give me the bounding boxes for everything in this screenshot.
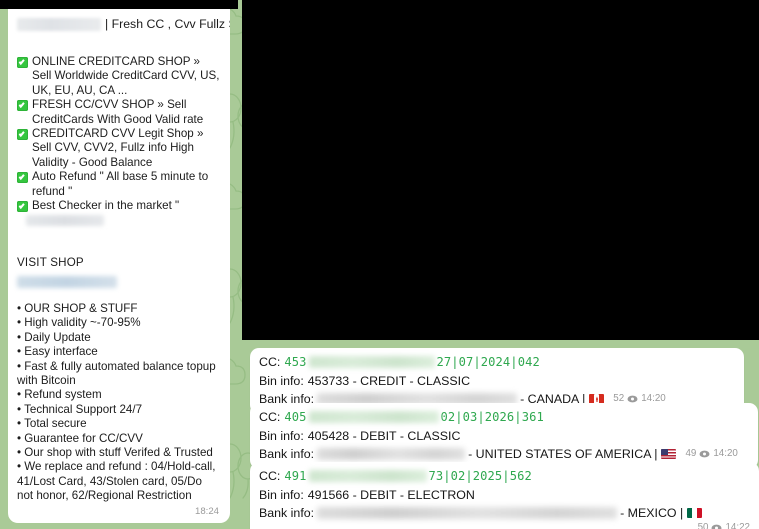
bank-country: - MEXICO | bbox=[620, 506, 684, 521]
meta-group: 50 14:22 bbox=[698, 519, 750, 529]
message-timestamp: 14:22 bbox=[725, 521, 750, 529]
bullet-item: • Refund system bbox=[17, 388, 102, 402]
bullet-item: • Easy interface bbox=[17, 345, 98, 359]
feature-label: Best Checker in the market " bbox=[32, 199, 180, 213]
redacted-sender-name bbox=[17, 18, 101, 31]
bullet-item: • We replace and refund : 04/Hold-call, … bbox=[17, 460, 216, 503]
bullet-item: • Total secure bbox=[17, 417, 87, 431]
cc-prefix: 405 bbox=[284, 410, 307, 424]
eye-icon bbox=[711, 524, 722, 529]
bank-info-row: Bank info: - MEXICO | bbox=[259, 504, 750, 523]
visit-shop-label: VISIT SHOP bbox=[17, 256, 84, 270]
cc-expiry-cvv: 27|07|2024|042 bbox=[436, 355, 540, 369]
bullet-item: • Daily Update bbox=[17, 330, 91, 344]
eye-icon bbox=[699, 450, 710, 458]
card-info-bubble[interactable]: CC: 491 73|02|2025|562 Bin info: 491566 … bbox=[250, 462, 759, 529]
flag-usa-icon bbox=[661, 449, 677, 460]
redacted-card-number bbox=[308, 470, 427, 483]
feature-item: FRESH CC/CVV SHOP » Sell CreditCards Wit… bbox=[17, 98, 221, 127]
bullet-item: • Technical Support 24/7 bbox=[17, 402, 143, 416]
bin-info-row: Bin info: 491566 - DEBIT - ELECTRON bbox=[259, 486, 750, 505]
view-count: 50 bbox=[697, 521, 709, 529]
redacted-bank-name bbox=[317, 448, 466, 461]
cc-number-row: CC: 453 27|07|2024|042 bbox=[259, 353, 735, 372]
redacted-card-number bbox=[308, 411, 439, 424]
cc-prefix: 453 bbox=[284, 355, 307, 369]
bullet-list: • OUR SHOP & STUFF • High validity ~-70-… bbox=[17, 302, 221, 504]
bin-info-row: Bin info: 405428 - DEBIT - CLASSIC bbox=[259, 427, 749, 446]
redacted-card-number bbox=[308, 356, 435, 369]
message-meta: 50 14:22 bbox=[259, 522, 750, 529]
cc-prefix: 491 bbox=[284, 469, 307, 483]
cc-label: CC: bbox=[259, 355, 281, 369]
bin-label: Bin info: bbox=[259, 428, 304, 443]
check-mark-icon bbox=[17, 57, 28, 68]
bank-label: Bank info: bbox=[259, 506, 315, 521]
bin-value: 453733 - CREDIT - CLASSIC bbox=[307, 373, 471, 388]
promo-message-bubble[interactable]: | Fresh CC , Cvv Fullz Shop ONLINE CREDI… bbox=[8, 9, 230, 523]
occluded-region-top bbox=[8, 0, 238, 9]
cc-number-row: CC: 491 73|02|2025|562 bbox=[259, 467, 750, 486]
feature-label: ONLINE CREDITCARD SHOP » Sell Worldwide … bbox=[32, 55, 220, 97]
feature-item: ONLINE CREDITCARD SHOP » Sell Worldwide … bbox=[17, 55, 221, 98]
bin-value: 405428 - DEBIT - CLASSIC bbox=[307, 428, 461, 443]
redacted-handle bbox=[26, 215, 104, 227]
bin-value: 491566 - DEBIT - ELECTRON bbox=[307, 487, 475, 502]
occluded-region-corner bbox=[0, 0, 8, 9]
cc-expiry-cvv: 02|03|2026|361 bbox=[440, 410, 544, 424]
redacted-bank-name bbox=[317, 507, 618, 520]
flag-mexico-icon bbox=[687, 508, 703, 519]
check-mark-icon bbox=[17, 201, 28, 213]
view-count: 49 bbox=[685, 448, 697, 460]
bullet-item: • High validity ~-70-95% bbox=[17, 316, 141, 330]
bin-info-row: Bin info: 453733 - CREDIT - CLASSIC bbox=[259, 372, 735, 391]
bank-label: Bank info: bbox=[259, 447, 315, 462]
feature-item: CREDITCARD CVV Legit Shop » Sell CVV, CV… bbox=[17, 127, 221, 170]
bin-label: Bin info: bbox=[259, 487, 304, 502]
message-timestamp: 18:24 bbox=[194, 505, 219, 517]
check-mark-icon bbox=[17, 129, 28, 141]
bank-info-row: Bank info: - UNITED STATES OF AMERICA | … bbox=[259, 445, 749, 464]
message-meta: 49 14:20 bbox=[685, 445, 737, 464]
bin-label: Bin info: bbox=[259, 373, 304, 388]
cc-expiry-cvv: 73|02|2025|562 bbox=[428, 469, 532, 483]
check-mark-icon bbox=[17, 100, 28, 112]
cc-label: CC: bbox=[259, 410, 281, 424]
chat-screen: | Fresh CC , Cvv Fullz Shop ONLINE CREDI… bbox=[0, 0, 759, 529]
card-info-bubble[interactable]: CC: 405 02|03|2026|361 Bin info: 405428 … bbox=[250, 403, 758, 469]
occluded-region-right bbox=[242, 0, 759, 340]
feature-label: FRESH CC/CVV SHOP » Sell CreditCards Wit… bbox=[32, 98, 204, 126]
feature-item: Best Checker in the market " bbox=[17, 199, 221, 213]
bullet-item: • Our shop with stuff Verifed & Trusted bbox=[17, 445, 213, 459]
bullet-item: • Guarantee for CC/CVV bbox=[17, 431, 143, 445]
feature-label: CREDITCARD CVV Legit Shop » Sell CVV, CV… bbox=[32, 127, 204, 169]
promo-header: | Fresh CC , Cvv Fullz Shop bbox=[17, 16, 230, 33]
promo-title: | Fresh CC , Cvv Fullz Shop bbox=[105, 17, 230, 32]
bank-country: - UNITED STATES OF AMERICA | bbox=[468, 447, 658, 462]
check-mark-icon bbox=[17, 172, 28, 184]
bullet-item: • OUR SHOP & STUFF bbox=[17, 301, 138, 315]
cc-number-row: CC: 405 02|03|2026|361 bbox=[259, 408, 749, 427]
bullet-item: • Fast & fully automated balance topup w… bbox=[17, 359, 216, 387]
cc-label: CC: bbox=[259, 469, 281, 483]
feature-item: Auto Refund " All base 5 minute to refun… bbox=[17, 170, 221, 199]
redacted-shop-link[interactable] bbox=[17, 275, 117, 288]
message-timestamp: 14:20 bbox=[713, 448, 738, 460]
feature-label: Auto Refund " All base 5 minute to refun… bbox=[32, 170, 209, 198]
